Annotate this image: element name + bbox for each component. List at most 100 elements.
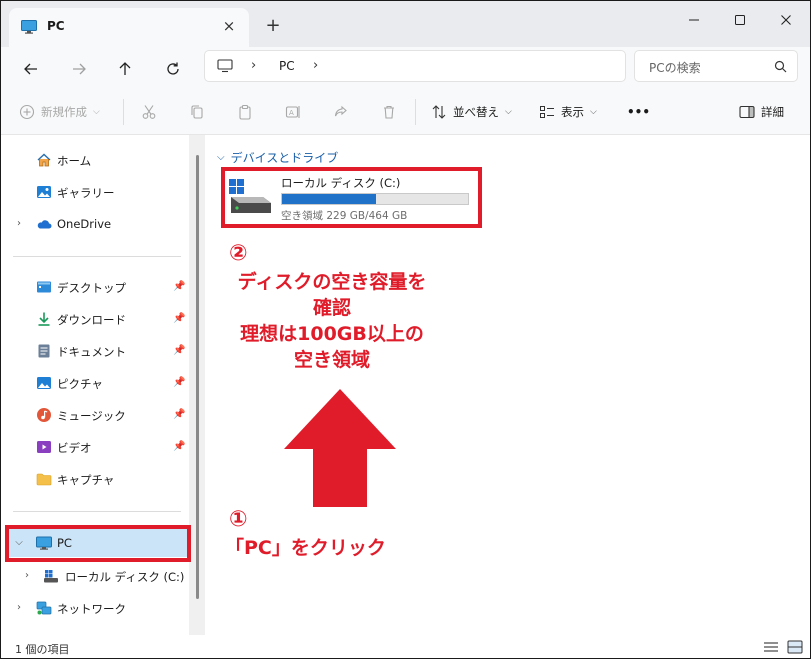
sidebar-item-documents[interactable]: ドキュメント 📌	[1, 337, 187, 365]
sort-icon	[432, 105, 446, 119]
up-button[interactable]	[111, 55, 139, 83]
sidebar-label: ビデオ	[57, 441, 92, 455]
new-tab-button[interactable]: +	[263, 17, 283, 37]
paste-button[interactable]	[237, 101, 253, 123]
chevron-right-icon[interactable]: ›	[13, 218, 25, 229]
trash-icon	[384, 105, 394, 119]
close-window-button[interactable]	[763, 5, 809, 35]
sidebar-item-music[interactable]: ミュージック 📌	[1, 401, 187, 429]
pin-icon[interactable]: 📌	[173, 281, 185, 292]
sidebar-label: ダウンロード	[57, 313, 126, 327]
sidebar-item-network[interactable]: › ネットワーク	[1, 594, 187, 622]
divider	[13, 256, 181, 257]
sidebar-scroll-thumb[interactable]	[196, 155, 199, 599]
sidebar-label: ミュージック	[57, 409, 126, 423]
divider	[415, 99, 416, 125]
step2-text: ディスクの空き容量を 確認 理想は100GB以上の 空き領域	[227, 269, 437, 373]
sort-label: 並べ替え	[453, 105, 499, 119]
tab-close-icon[interactable]: ×	[221, 18, 237, 34]
plus-circle-icon	[19, 104, 35, 120]
minimize-button[interactable]	[671, 5, 717, 35]
drive-highlight-box	[221, 167, 482, 228]
delete-button[interactable]	[381, 101, 397, 123]
sidebar-item-videos[interactable]: ビデオ 📌	[1, 433, 187, 461]
cloud-icon	[37, 220, 52, 229]
copy-button[interactable]	[189, 101, 205, 123]
arrow-up-icon	[119, 62, 131, 75]
tab-pc[interactable]: PC ×	[9, 8, 249, 47]
more-icon: •••	[627, 105, 651, 119]
chevron-right-icon[interactable]: ›	[13, 602, 25, 613]
sidebar-item-desktop[interactable]: デスクトップ 📌	[1, 273, 187, 301]
sidebar-item-downloads[interactable]: ダウンロード 📌	[1, 305, 187, 333]
more-options-button[interactable]: •••	[627, 101, 650, 123]
music-icon	[37, 408, 51, 422]
tab-title: PC	[47, 19, 65, 33]
breadcrumb-pc[interactable]: PC	[279, 59, 295, 73]
folder-icon	[36, 473, 52, 486]
view-button[interactable]: 表示 ⌵	[539, 101, 597, 123]
step1-number: ①	[229, 507, 248, 532]
sidebar-label: ローカル ディスク (C:)	[65, 570, 185, 584]
view-label: 表示	[561, 105, 584, 119]
breadcrumb-chevron-icon[interactable]: ›	[251, 58, 256, 73]
pin-icon[interactable]: 📌	[173, 377, 185, 388]
group-header-devices[interactable]: ⌵ デバイスとドライブ	[217, 149, 338, 166]
divider	[123, 99, 124, 125]
sidebar-item-pictures[interactable]: ピクチャ 📌	[1, 369, 187, 397]
pc-icon	[21, 20, 37, 34]
rename-button[interactable]: A	[285, 101, 301, 123]
sidebar-label: OneDrive	[57, 217, 112, 231]
step2-line: 空き領域	[293, 349, 370, 371]
desktop-icon	[37, 281, 51, 293]
sidebar-label: キャプチャ	[57, 473, 115, 487]
new-button[interactable]: 新規作成 ⌵	[19, 101, 100, 123]
search-icon	[774, 60, 787, 73]
address-bar[interactable]: › PC ›	[204, 50, 626, 82]
sidebar-item-onedrive[interactable]: › OneDrive	[1, 210, 187, 238]
chevron-down-icon: ⌵	[93, 107, 100, 117]
forward-button[interactable]	[65, 55, 93, 83]
sidebar-label: ギャラリー	[57, 186, 115, 200]
step2-number: ②	[229, 241, 248, 266]
pin-icon[interactable]: 📌	[173, 441, 185, 452]
tiles-view-icon[interactable]	[787, 640, 803, 654]
cut-button[interactable]	[141, 101, 157, 123]
svg-text:A: A	[289, 109, 294, 117]
pin-icon[interactable]: 📌	[173, 409, 185, 420]
details-button[interactable]: 詳細	[739, 101, 784, 123]
share-button[interactable]	[333, 101, 349, 123]
home-icon	[37, 153, 51, 167]
details-view-icon[interactable]	[763, 640, 779, 654]
minimize-icon	[689, 19, 699, 21]
step2-line: 理想は100GB以上の	[240, 323, 424, 345]
sidebar-item-capture[interactable]: キャプチャ	[1, 465, 187, 493]
pin-icon[interactable]: 📌	[173, 313, 185, 324]
network-icon	[36, 601, 52, 615]
sidebar-item-local-disk[interactable]: › ローカル ディスク (C:)	[1, 562, 187, 590]
chevron-right-icon[interactable]: ›	[21, 570, 33, 581]
refresh-button[interactable]	[159, 55, 187, 83]
search-input[interactable]: PCの検索	[634, 50, 798, 82]
clipboard-icon	[239, 104, 251, 120]
arrow-left-icon	[24, 63, 37, 75]
document-icon	[38, 344, 50, 358]
maximize-button[interactable]	[717, 5, 763, 35]
refresh-icon	[167, 62, 179, 75]
rename-icon: A	[285, 106, 300, 118]
breadcrumb-chevron-icon[interactable]: ›	[313, 58, 318, 73]
sort-button[interactable]: 並べ替え ⌵	[431, 101, 512, 123]
gallery-icon	[37, 186, 51, 198]
chevron-down-icon: ⌵	[505, 107, 512, 117]
red-up-arrow	[284, 389, 396, 507]
pin-icon[interactable]: 📌	[173, 345, 185, 356]
new-label: 新規作成	[41, 105, 87, 119]
sidebar-label: ピクチャ	[57, 377, 103, 391]
back-button[interactable]	[17, 55, 45, 83]
sidebar-item-gallery[interactable]: ギャラリー	[1, 178, 187, 206]
sidebar-label: ホーム	[57, 154, 92, 168]
maximize-icon	[735, 15, 745, 25]
sidebar-label: ネットワーク	[57, 602, 126, 616]
sidebar-item-home[interactable]: ホーム	[1, 146, 187, 174]
share-icon	[334, 105, 347, 117]
